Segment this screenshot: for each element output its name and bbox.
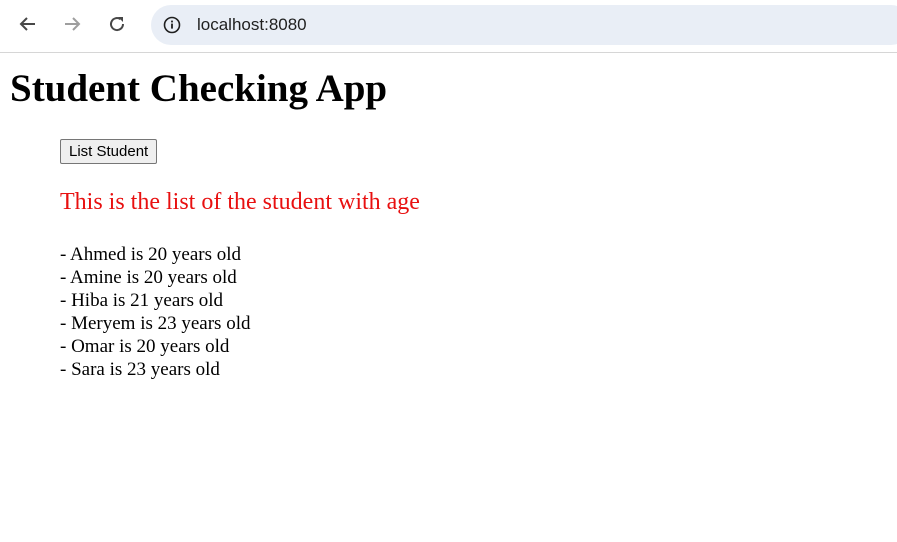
list-heading: This is the list of the student with age — [60, 189, 420, 215]
reload-button[interactable] — [103, 10, 131, 38]
url-text[interactable]: localhost:8080 — [197, 15, 307, 35]
list-item: - Ahmed is 20 years old — [60, 244, 242, 265]
forward-button[interactable] — [58, 10, 86, 38]
arrow-right-icon — [65, 17, 81, 31]
arrow-left-icon — [19, 17, 35, 31]
list-item: - Omar is 20 years old — [60, 336, 230, 357]
page-content: Student Checking App List Student This i… — [0, 54, 897, 542]
list-item: - Meryem is 23 years old — [60, 313, 251, 334]
browser-toolbar: localhost:8080 — [0, 0, 897, 53]
back-button[interactable] — [14, 10, 42, 38]
page-title: Student Checking App — [10, 67, 388, 110]
list-student-button[interactable]: List Student — [60, 139, 158, 164]
list-item: - Amine is 20 years old — [60, 267, 237, 288]
info-circle-icon — [163, 16, 181, 34]
site-info-button[interactable] — [160, 13, 184, 37]
reload-icon — [110, 17, 125, 32]
address-bar[interactable]: localhost:8080 — [151, 5, 897, 45]
list-item: - Hiba is 21 years old — [60, 290, 224, 311]
student-list: - Ahmed is 20 years old - Amine is 20 ye… — [60, 243, 250, 381]
list-item: - Sara is 23 years old — [60, 359, 220, 380]
